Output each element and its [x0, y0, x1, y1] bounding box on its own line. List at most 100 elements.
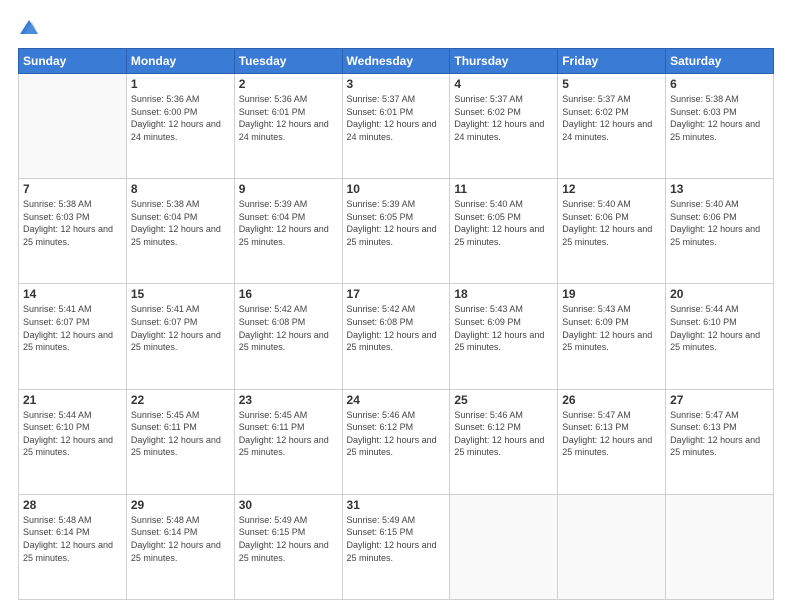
day-info: Sunrise: 5:37 AMSunset: 6:02 PMDaylight:… [562, 93, 661, 143]
day-info: Sunrise: 5:42 AMSunset: 6:08 PMDaylight:… [347, 303, 446, 353]
day-info: Sunrise: 5:37 AMSunset: 6:02 PMDaylight:… [454, 93, 553, 143]
day-number: 3 [347, 77, 446, 91]
day-info: Sunrise: 5:40 AMSunset: 6:06 PMDaylight:… [562, 198, 661, 248]
day-number: 29 [131, 498, 230, 512]
day-number: 15 [131, 287, 230, 301]
day-number: 21 [23, 393, 122, 407]
day-info: Sunrise: 5:37 AMSunset: 6:01 PMDaylight:… [347, 93, 446, 143]
day-info: Sunrise: 5:41 AMSunset: 6:07 PMDaylight:… [23, 303, 122, 353]
calendar-cell [19, 74, 127, 179]
calendar-cell [666, 494, 774, 599]
calendar-week-row: 28Sunrise: 5:48 AMSunset: 6:14 PMDayligh… [19, 494, 774, 599]
calendar-cell: 11 Sunrise: 5:40 AMSunset: 6:05 PMDayligh… [450, 179, 558, 284]
day-number: 9 [239, 182, 338, 196]
day-info: Sunrise: 5:39 AMSunset: 6:05 PMDaylight:… [347, 198, 446, 248]
header [18, 18, 774, 38]
day-number: 5 [562, 77, 661, 91]
day-info: Sunrise: 5:44 AMSunset: 6:10 PMDaylight:… [670, 303, 769, 353]
day-number: 1 [131, 77, 230, 91]
day-number: 19 [562, 287, 661, 301]
day-info: Sunrise: 5:36 AMSunset: 6:01 PMDaylight:… [239, 93, 338, 143]
day-info: Sunrise: 5:36 AMSunset: 6:00 PMDaylight:… [131, 93, 230, 143]
weekday-header: Monday [126, 49, 234, 74]
day-number: 25 [454, 393, 553, 407]
day-number: 18 [454, 287, 553, 301]
calendar-cell: 1 Sunrise: 5:36 AMSunset: 6:00 PMDaylight… [126, 74, 234, 179]
weekday-header: Thursday [450, 49, 558, 74]
weekday-header: Tuesday [234, 49, 342, 74]
logo-icon [18, 16, 40, 38]
day-number: 13 [670, 182, 769, 196]
day-number: 12 [562, 182, 661, 196]
day-info: Sunrise: 5:49 AMSunset: 6:15 PMDaylight:… [239, 514, 338, 564]
day-info: Sunrise: 5:43 AMSunset: 6:09 PMDaylight:… [454, 303, 553, 353]
day-info: Sunrise: 5:46 AMSunset: 6:12 PMDaylight:… [454, 409, 553, 459]
day-info: Sunrise: 5:39 AMSunset: 6:04 PMDaylight:… [239, 198, 338, 248]
calendar-cell: 13 Sunrise: 5:40 AMSunset: 6:06 PMDayligh… [666, 179, 774, 284]
calendar-week-row: 21Sunrise: 5:44 AMSunset: 6:10 PMDayligh… [19, 389, 774, 494]
calendar-week-row: 14 Sunrise: 5:41 AMSunset: 6:07 PMDayligh… [19, 284, 774, 389]
calendar-cell: 4 Sunrise: 5:37 AMSunset: 6:02 PMDaylight… [450, 74, 558, 179]
day-info: Sunrise: 5:47 AMSunset: 6:13 PMDaylight:… [562, 409, 661, 459]
day-number: 11 [454, 182, 553, 196]
calendar-cell: 27 Sunrise: 5:47 AMSunset: 6:13 PMDayligh… [666, 389, 774, 494]
day-info: Sunrise: 5:38 AMSunset: 6:03 PMDaylight:… [670, 93, 769, 143]
calendar-cell: 15 Sunrise: 5:41 AMSunset: 6:07 PMDayligh… [126, 284, 234, 389]
calendar-cell: 5 Sunrise: 5:37 AMSunset: 6:02 PMDaylight… [558, 74, 666, 179]
day-info: Sunrise: 5:40 AMSunset: 6:05 PMDaylight:… [454, 198, 553, 248]
day-number: 26 [562, 393, 661, 407]
calendar-cell: 31Sunrise: 5:49 AMSunset: 6:15 PMDayligh… [342, 494, 450, 599]
weekday-header: Wednesday [342, 49, 450, 74]
day-info: Sunrise: 5:40 AMSunset: 6:06 PMDaylight:… [670, 198, 769, 248]
calendar-cell: 8 Sunrise: 5:38 AMSunset: 6:04 PMDaylight… [126, 179, 234, 284]
calendar-cell: 12 Sunrise: 5:40 AMSunset: 6:06 PMDayligh… [558, 179, 666, 284]
calendar-cell [450, 494, 558, 599]
day-info: Sunrise: 5:43 AMSunset: 6:09 PMDaylight:… [562, 303, 661, 353]
day-info: Sunrise: 5:38 AMSunset: 6:03 PMDaylight:… [23, 198, 122, 248]
calendar-cell: 23Sunrise: 5:45 AMSunset: 6:11 PMDayligh… [234, 389, 342, 494]
day-info: Sunrise: 5:45 AMSunset: 6:11 PMDaylight:… [131, 409, 230, 459]
calendar-cell: 20 Sunrise: 5:44 AMSunset: 6:10 PMDayligh… [666, 284, 774, 389]
weekday-header: Friday [558, 49, 666, 74]
calendar-cell: 18 Sunrise: 5:43 AMSunset: 6:09 PMDayligh… [450, 284, 558, 389]
calendar-cell: 6 Sunrise: 5:38 AMSunset: 6:03 PMDaylight… [666, 74, 774, 179]
calendar-cell: 10 Sunrise: 5:39 AMSunset: 6:05 PMDayligh… [342, 179, 450, 284]
calendar-cell: 26 Sunrise: 5:47 AMSunset: 6:13 PMDayligh… [558, 389, 666, 494]
day-number: 30 [239, 498, 338, 512]
day-number: 14 [23, 287, 122, 301]
calendar-cell: 28Sunrise: 5:48 AMSunset: 6:14 PMDayligh… [19, 494, 127, 599]
day-number: 27 [670, 393, 769, 407]
day-number: 22 [131, 393, 230, 407]
day-number: 16 [239, 287, 338, 301]
logo [18, 18, 42, 38]
day-number: 2 [239, 77, 338, 91]
day-info: Sunrise: 5:42 AMSunset: 6:08 PMDaylight:… [239, 303, 338, 353]
day-info: Sunrise: 5:41 AMSunset: 6:07 PMDaylight:… [131, 303, 230, 353]
calendar-cell: 25 Sunrise: 5:46 AMSunset: 6:12 PMDayligh… [450, 389, 558, 494]
day-info: Sunrise: 5:48 AMSunset: 6:14 PMDaylight:… [131, 514, 230, 564]
day-number: 10 [347, 182, 446, 196]
calendar-week-row: 7Sunrise: 5:38 AMSunset: 6:03 PMDaylight… [19, 179, 774, 284]
calendar-table: SundayMondayTuesdayWednesdayThursdayFrid… [18, 48, 774, 600]
calendar-cell: 24 Sunrise: 5:46 AMSunset: 6:12 PMDayligh… [342, 389, 450, 494]
day-number: 4 [454, 77, 553, 91]
day-number: 20 [670, 287, 769, 301]
weekday-header: Sunday [19, 49, 127, 74]
calendar-cell: 17Sunrise: 5:42 AMSunset: 6:08 PMDayligh… [342, 284, 450, 389]
calendar-cell: 21Sunrise: 5:44 AMSunset: 6:10 PMDayligh… [19, 389, 127, 494]
day-info: Sunrise: 5:49 AMSunset: 6:15 PMDaylight:… [347, 514, 446, 564]
calendar-cell: 19 Sunrise: 5:43 AMSunset: 6:09 PMDayligh… [558, 284, 666, 389]
day-info: Sunrise: 5:48 AMSunset: 6:14 PMDaylight:… [23, 514, 122, 564]
day-info: Sunrise: 5:47 AMSunset: 6:13 PMDaylight:… [670, 409, 769, 459]
day-info: Sunrise: 5:38 AMSunset: 6:04 PMDaylight:… [131, 198, 230, 248]
day-number: 24 [347, 393, 446, 407]
day-number: 6 [670, 77, 769, 91]
calendar-cell: 29 Sunrise: 5:48 AMSunset: 6:14 PMDayligh… [126, 494, 234, 599]
calendar-cell: 2 Sunrise: 5:36 AMSunset: 6:01 PMDaylight… [234, 74, 342, 179]
day-info: Sunrise: 5:46 AMSunset: 6:12 PMDaylight:… [347, 409, 446, 459]
calendar-cell [558, 494, 666, 599]
page: SundayMondayTuesdayWednesdayThursdayFrid… [0, 0, 792, 612]
calendar-cell: 14 Sunrise: 5:41 AMSunset: 6:07 PMDayligh… [19, 284, 127, 389]
day-number: 8 [131, 182, 230, 196]
weekday-header-row: SundayMondayTuesdayWednesdayThursdayFrid… [19, 49, 774, 74]
